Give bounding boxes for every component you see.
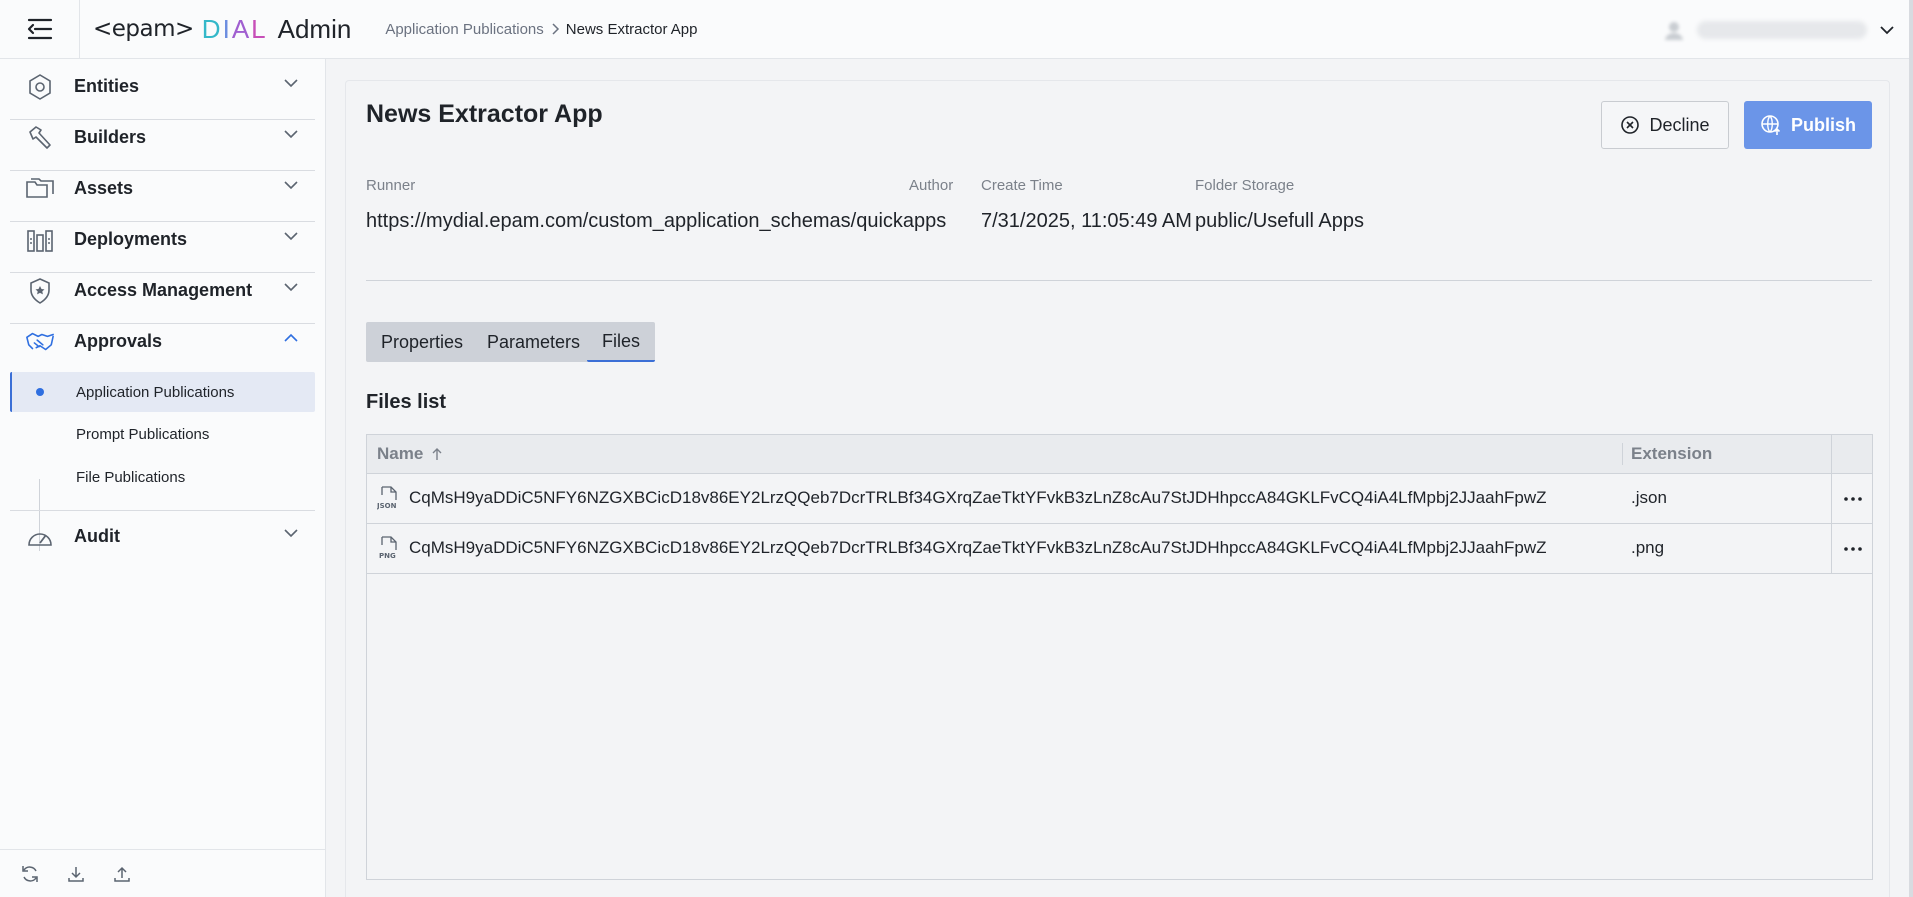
upload-icon[interactable]	[112, 864, 132, 884]
files-list-title: Files list	[366, 391, 447, 413]
tab-parameters[interactable]: Parameters	[472, 322, 596, 362]
hexagon-icon	[25, 72, 55, 102]
file-name: CqMsH9yaDDiC5NFY6NZGXBCicD18v86EY2LrzQQe…	[409, 488, 1547, 507]
table-row[interactable]: JSON CqMsH9yaDDiC5NFY6NZGXBCicD18v86EY2L…	[367, 474, 1872, 524]
sort-ascending-icon	[432, 448, 442, 460]
sidebar-item-label: Access Management	[74, 280, 253, 300]
sidebar-item-approvals[interactable]: Approvals	[10, 316, 315, 367]
publish-label: Publish	[1790, 114, 1856, 135]
sidebar-item-entities[interactable]: Entities	[10, 61, 315, 112]
sidebar-subitem-label: File Publications	[76, 468, 186, 486]
files-table: Name Extension JSON CqMsH9yaDDiC5NFY6NZG…	[366, 434, 1873, 880]
sidebar-item-audit[interactable]: Audit	[10, 511, 315, 562]
chevron-down-icon	[284, 232, 298, 241]
sidebar-item-label: Audit	[74, 526, 120, 546]
svg-text:JSON: JSON	[377, 502, 397, 510]
breadcrumb-current: News Extractor App	[565, 20, 698, 38]
app-logo[interactable]: <epam> DIAL Admin	[93, 0, 351, 59]
tab-files[interactable]: Files	[587, 322, 656, 362]
breadcrumb-application-publications[interactable]: Application Publications	[385, 21, 543, 38]
sidebar-item-label: Deployments	[74, 229, 188, 249]
column-header-extension[interactable]: Extension	[1631, 444, 1712, 464]
row-actions-button[interactable]	[1831, 524, 1873, 573]
sidebar: Entities Builders Assets Deployments Acc…	[0, 59, 326, 897]
gauge-icon	[25, 522, 55, 552]
svg-text:PNG: PNG	[379, 552, 396, 560]
chevron-down-icon	[284, 79, 298, 88]
chevron-right-icon	[550, 22, 560, 36]
sidebar-subitem-label: Application Publications	[76, 383, 235, 401]
download-icon[interactable]	[66, 864, 86, 884]
sidebar-item-access-management[interactable]: Access Management	[10, 265, 315, 316]
breadcrumb: Application Publications News Extractor …	[385, 21, 697, 38]
sidebar-subitem-label: Prompt Publications	[76, 425, 210, 443]
chevron-down-icon	[284, 529, 298, 538]
png-file-icon: PNG	[377, 536, 399, 565]
more-horizontal-icon	[1843, 546, 1862, 551]
column-separator	[1831, 435, 1832, 474]
publish-button[interactable]: Publish	[1744, 101, 1872, 149]
folder-storage-value: public/Usefull Apps	[1195, 210, 1364, 232]
user-name-blurred	[1697, 20, 1867, 39]
sidebar-footer	[0, 849, 326, 897]
decline-label: Decline	[1649, 114, 1710, 135]
page-title: News Extractor App	[366, 100, 603, 128]
sidebar-item-label: Approvals	[74, 331, 163, 351]
file-extension: .png	[1631, 538, 1665, 557]
create-time-value: 7/31/2025, 11:05:49 AM	[981, 210, 1192, 232]
sidebar-subitem-file-publications[interactable]: File Publications	[10, 457, 315, 497]
sidebar-item-label: Builders	[74, 127, 147, 147]
divider	[366, 280, 1872, 281]
table-header: Name Extension	[367, 435, 1872, 474]
sidebar-item-assets[interactable]: Assets	[10, 163, 315, 214]
logo-admin: Admin	[277, 13, 352, 44]
tab-properties[interactable]: Properties	[366, 322, 479, 362]
logo-epam: <epam>	[93, 16, 194, 42]
sidebar-item-deployments[interactable]: Deployments	[10, 214, 315, 265]
close-circle-icon	[1621, 116, 1640, 134]
menu-toggle-button[interactable]	[0, 0, 80, 59]
author-label: Author	[909, 177, 954, 194]
chevron-down-icon	[284, 130, 298, 139]
chevron-up-icon	[284, 333, 298, 342]
column-header-name[interactable]: Name	[377, 444, 443, 464]
sidebar-item-label: Assets	[74, 178, 134, 198]
json-file-icon: JSON	[376, 486, 399, 515]
runner-value: https://mydial.epam.com/custom_applicati…	[366, 210, 947, 232]
folder-storage-label: Folder Storage	[1195, 177, 1295, 194]
sidebar-subitem-application-publications[interactable]: Application Publications	[10, 372, 315, 412]
menu-collapse-icon	[27, 18, 52, 40]
hammer-icon	[25, 123, 55, 153]
globe-upload-icon	[1761, 115, 1781, 135]
file-extension: .json	[1631, 488, 1667, 507]
file-name: CqMsH9yaDDiC5NFY6NZGXBCicD18v86EY2LrzQQe…	[409, 538, 1547, 557]
page-scrollbar[interactable]	[1909, 0, 1913, 897]
decline-button[interactable]: Decline	[1601, 101, 1729, 149]
table-row[interactable]: PNG CqMsH9yaDDiC5NFY6NZGXBCicD18v86EY2Lr…	[367, 524, 1872, 574]
folders-icon	[25, 174, 55, 204]
user-menu[interactable]	[1663, 0, 1895, 59]
user-avatar-icon	[1665, 21, 1683, 40]
column-resizer[interactable]	[1622, 443, 1623, 465]
active-dot	[36, 388, 44, 396]
create-time-label: Create Time	[981, 177, 1063, 194]
main-content: News Extractor App Decline Publish Runne…	[345, 80, 1890, 897]
more-horizontal-icon	[1843, 496, 1862, 501]
sidebar-item-label: Entities	[74, 76, 140, 96]
deployments-icon	[25, 225, 55, 255]
top-bar: <epam> DIAL Admin Application Publicatio…	[0, 0, 1913, 59]
sidebar-subitem-prompt-publications[interactable]: Prompt Publications	[10, 414, 315, 454]
shield-star-icon	[25, 276, 55, 306]
chevron-down-icon[interactable]	[1879, 25, 1895, 35]
logo-dial: DIAL	[201, 13, 268, 44]
refresh-icon[interactable]	[20, 864, 40, 884]
handshake-icon	[25, 327, 55, 357]
chevron-down-icon	[284, 283, 298, 292]
chevron-down-icon	[284, 181, 298, 190]
runner-label: Runner	[366, 177, 416, 194]
sidebar-item-builders[interactable]: Builders	[10, 112, 315, 163]
row-actions-button[interactable]	[1831, 474, 1873, 523]
